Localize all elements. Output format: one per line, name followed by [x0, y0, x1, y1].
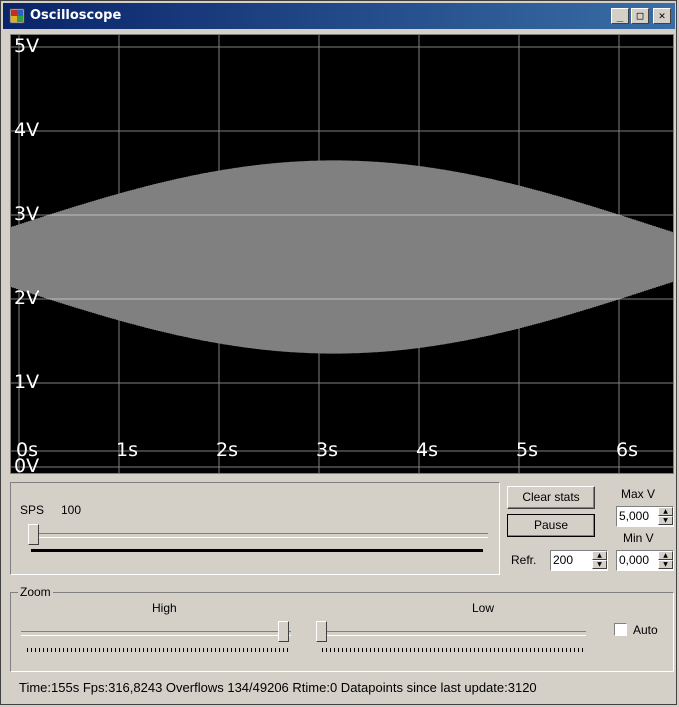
sps-panel: SPS 100 [10, 482, 500, 575]
zoom-high-label: High [152, 601, 177, 615]
x-tick-label: 3s [316, 439, 338, 461]
min-v-up-icon[interactable]: ▲ [658, 551, 673, 560]
max-v-label: Max V [621, 487, 656, 501]
sps-slider-thumb[interactable] [28, 524, 39, 545]
min-v-down-icon[interactable]: ▼ [658, 560, 673, 569]
app-icon [9, 8, 25, 24]
window-title: Oscilloscope [30, 8, 122, 23]
max-v-input[interactable] [619, 509, 649, 523]
x-tick-label: 2s [216, 439, 238, 461]
scope-plot: 5V4V3V2V1V0V 0s 1s 2s 3s 4s 5s 6s [11, 35, 673, 473]
status-text: Time:155s Fps:316,8243 Overflows 134/492… [19, 680, 537, 695]
refresh-up-icon[interactable]: ▲ [592, 551, 607, 560]
zoom-low-track[interactable] [316, 631, 586, 636]
signal-trace [11, 160, 673, 354]
pause-button[interactable]: Pause [507, 514, 595, 537]
minimize-button[interactable]: _ [611, 8, 629, 24]
sps-value: 100 [61, 503, 82, 517]
max-v-down-icon[interactable]: ▼ [658, 516, 673, 525]
x-tick-label: 1s [116, 439, 138, 461]
refresh-label: Refr. [511, 553, 537, 567]
signal-trace-path [11, 160, 673, 354]
min-v-input[interactable] [619, 553, 649, 567]
refresh-input[interactable] [553, 553, 583, 567]
x-tick-label: 0s [16, 439, 38, 461]
x-axis-labels: 0s 1s 2s 3s 4s 5s 6s [16, 439, 638, 461]
title-bar[interactable]: Oscilloscope _ □ ✕ [3, 3, 675, 29]
zoom-low-ticks [322, 648, 584, 652]
y-tick-label: 2V [14, 287, 39, 309]
auto-checkbox[interactable] [614, 623, 627, 636]
sps-label: SPS [20, 503, 45, 517]
refresh-spinner[interactable]: ▲▼ [550, 550, 608, 571]
y-tick-label: 5V [14, 35, 39, 57]
sps-slider-track[interactable] [28, 533, 488, 538]
zoom-caption: Zoom [18, 585, 53, 599]
zoom-high-thumb[interactable] [278, 621, 289, 642]
auto-label: Auto [633, 623, 658, 637]
min-v-label: Min V [623, 531, 654, 545]
oscilloscope-window: Oscilloscope _ □ ✕ 5V 4V 3V 2V 1V 0V 0s 1s 2s 3s… [0, 0, 677, 705]
zoom-low-label: Low [472, 601, 495, 615]
scope-display: 5V 4V 3V 2V 1V 0V 0s 1s 2s 3s 4s 5s 6s [10, 34, 674, 474]
close-button[interactable]: ✕ [653, 8, 671, 24]
x-tick-label: 4s [416, 439, 438, 461]
clear-stats-button[interactable]: Clear stats [507, 486, 595, 509]
zoom-low-thumb[interactable] [316, 621, 327, 642]
max-v-up-icon[interactable]: ▲ [658, 507, 673, 516]
sps-slider-tickbar [31, 549, 483, 552]
y-tick-label: 4V [14, 119, 39, 141]
min-v-spinner[interactable]: ▲▼ [616, 550, 674, 571]
zoom-high-track[interactable] [21, 631, 291, 636]
x-tick-label: 6s [616, 439, 638, 461]
refresh-down-icon[interactable]: ▼ [592, 560, 607, 569]
y-tick-label: 1V [14, 371, 39, 393]
x-tick-label: 5s [516, 439, 538, 461]
y-tick-label: 3V [14, 203, 39, 225]
scope-grid [11, 35, 673, 473]
maximize-button[interactable]: □ [631, 8, 649, 24]
max-v-spinner[interactable]: ▲▼ [616, 506, 674, 527]
zoom-high-ticks [27, 648, 289, 652]
